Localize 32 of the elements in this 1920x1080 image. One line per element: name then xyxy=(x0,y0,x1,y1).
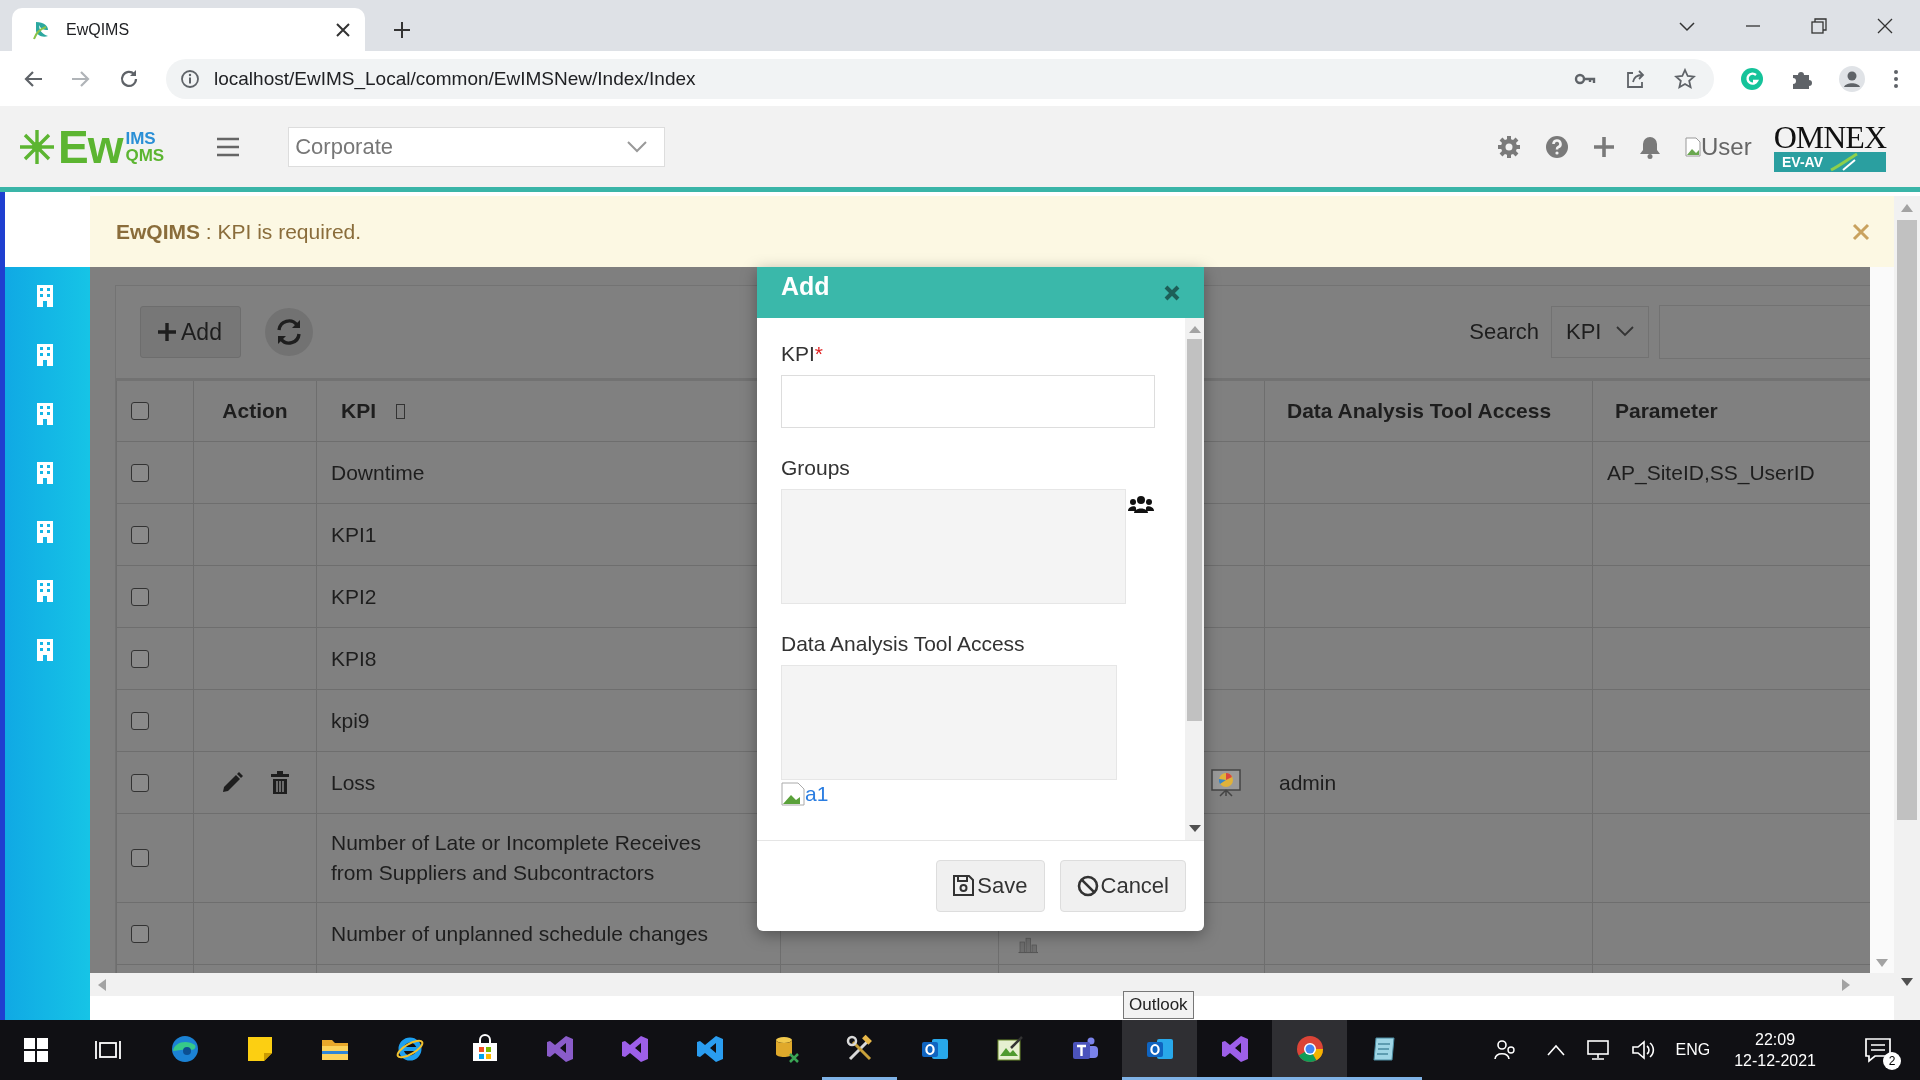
dialog-title: Add xyxy=(781,272,830,301)
logo-text: Ew xyxy=(58,119,123,174)
field-label: Groups xyxy=(781,456,850,480)
notification-badge: 2 xyxy=(1883,1052,1901,1070)
brand-tag-text: EV-AV xyxy=(1782,153,1823,170)
save-button[interactable]: Save xyxy=(936,860,1045,912)
tab-title: EwQIMS xyxy=(66,20,131,39)
clock-date[interactable]: 12-12-2021 xyxy=(1734,1050,1816,1071)
clock-time[interactable]: 22:09 xyxy=(1755,1029,1796,1050)
search-by-select[interactable]: KPI xyxy=(1551,306,1649,358)
table-cell: admin xyxy=(1264,751,1593,814)
url-text: localhost/EwIMS_Local/common/EwIMSNew/Index/Index xyxy=(214,67,697,90)
image-alt-text: User xyxy=(1701,132,1752,161)
logo-subtext: QMS xyxy=(125,146,165,164)
search-label: Search xyxy=(1469,319,1539,345)
site-select[interactable]: Corporate xyxy=(288,126,666,167)
image-alt-link[interactable]: a1 xyxy=(805,782,829,806)
cancel-button[interactable]: Cancel xyxy=(1059,860,1186,912)
column-header: Action xyxy=(193,379,317,442)
tooltip: Outlook xyxy=(1123,991,1194,1019)
language-indicator[interactable]: ENG xyxy=(1675,1041,1711,1059)
column-header: Data Analysis Tool Access xyxy=(1264,379,1593,442)
address-bar[interactable]: localhost/EwIMS_Local/common/EwIMSNew/Index/Index xyxy=(166,58,1714,99)
alert-message: EwQIMS : KPI is required. xyxy=(116,219,362,244)
field-label: Data Analysis Tool Access xyxy=(781,632,1025,656)
column-header: KPI xyxy=(341,398,376,424)
logo-subtext: IMS xyxy=(125,129,157,147)
browser-tab[interactable]: EwQIMS xyxy=(12,8,365,51)
required-mark: * xyxy=(814,342,824,366)
brand-logo-text: OMNEX xyxy=(1773,121,1886,152)
add-button[interactable]: Add xyxy=(140,306,241,358)
field-label: KPI xyxy=(781,342,815,366)
